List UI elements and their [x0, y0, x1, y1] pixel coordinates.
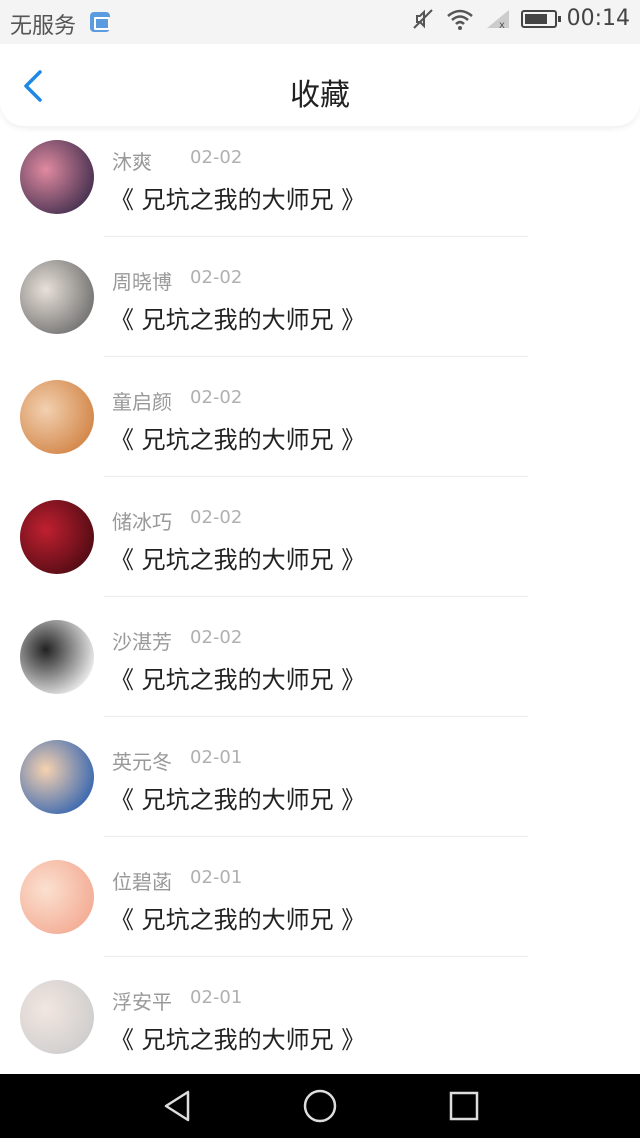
avatar	[20, 260, 94, 334]
post-title: 《 兄坑之我的大师兄 》	[110, 306, 366, 334]
nav-home-button[interactable]	[302, 1088, 338, 1124]
divider	[104, 356, 528, 357]
post-date: 02-02	[190, 267, 243, 288]
post-title: 《 兄坑之我的大师兄 》	[110, 546, 366, 574]
clock: 00:14	[566, 6, 630, 31]
nav-back-button[interactable]	[160, 1088, 196, 1124]
user-name: 周晓博	[112, 270, 172, 294]
wifi-icon	[446, 9, 473, 30]
post-title: 《 兄坑之我的大师兄 》	[110, 186, 366, 214]
divider	[104, 596, 528, 597]
post-title: 《 兄坑之我的大师兄 》	[110, 906, 366, 934]
post-date: 02-01	[190, 867, 243, 888]
post-date: 02-01	[190, 747, 243, 768]
image-notification-icon	[90, 12, 110, 32]
battery-icon	[520, 9, 561, 28]
avatar	[20, 980, 94, 1054]
list-item[interactable]: 沐爽 02-02 《 兄坑之我的大师兄 》	[0, 126, 640, 246]
avatar	[20, 500, 94, 574]
avatar	[20, 860, 94, 934]
top-bar: 收藏	[0, 44, 640, 126]
divider	[104, 716, 528, 717]
post-date: 02-02	[190, 507, 243, 528]
system-nav-bar	[0, 1074, 640, 1138]
list-item[interactable]: 周晓博 02-02 《 兄坑之我的大师兄 》	[0, 246, 640, 366]
user-name: 位碧菡	[112, 870, 172, 894]
list-item[interactable]: 沙湛芳 02-02 《 兄坑之我的大师兄 》	[0, 606, 640, 726]
avatar	[20, 740, 94, 814]
post-title: 《 兄坑之我的大师兄 》	[110, 1026, 366, 1054]
square-recents-icon	[449, 1091, 479, 1121]
user-name: 沐爽	[112, 150, 152, 174]
avatar	[20, 140, 94, 214]
list-item[interactable]: 英元冬 02-01 《 兄坑之我的大师兄 》	[0, 726, 640, 846]
avatar	[20, 380, 94, 454]
post-title: 《 兄坑之我的大师兄 》	[110, 666, 366, 694]
user-name: 储冰巧	[112, 510, 172, 534]
divider	[104, 476, 528, 477]
list-item[interactable]: 童启颜 02-02 《 兄坑之我的大师兄 》	[0, 366, 640, 486]
triangle-back-icon	[164, 1090, 190, 1122]
status-bar: 无服务 x 00:14	[0, 0, 640, 44]
avatar	[20, 620, 94, 694]
user-name: 浮安平	[112, 990, 172, 1014]
post-date: 02-02	[190, 147, 243, 168]
svg-text:x: x	[499, 20, 505, 30]
mute-icon	[412, 8, 433, 29]
page-title: 收藏	[290, 78, 350, 113]
list-item[interactable]: 浮安平 02-01 《 兄坑之我的大师兄 》	[0, 966, 640, 1086]
nav-recents-button[interactable]	[446, 1088, 482, 1124]
user-name: 童启颜	[112, 390, 172, 414]
user-name: 沙湛芳	[112, 630, 172, 654]
post-title: 《 兄坑之我的大师兄 》	[110, 786, 366, 814]
user-name: 英元冬	[112, 750, 172, 774]
list-item[interactable]: 储冰巧 02-02 《 兄坑之我的大师兄 》	[0, 486, 640, 606]
carrier-label: 无服务	[10, 14, 77, 39]
signal-icon: x	[486, 9, 509, 30]
list-item[interactable]: 位碧菡 02-01 《 兄坑之我的大师兄 》	[0, 846, 640, 966]
status-icons: x 00:14	[411, 6, 630, 31]
divider	[104, 836, 528, 837]
divider	[104, 236, 528, 237]
post-date: 02-02	[190, 387, 243, 408]
post-title: 《 兄坑之我的大师兄 》	[110, 426, 366, 454]
post-date: 02-01	[190, 987, 243, 1008]
post-date: 02-02	[190, 627, 243, 648]
divider	[104, 956, 528, 957]
circle-home-icon	[303, 1089, 337, 1123]
